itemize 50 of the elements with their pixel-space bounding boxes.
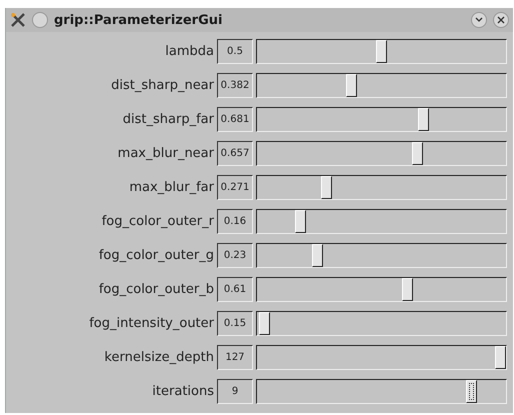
value-field[interactable]: 0.271 [217, 174, 253, 200]
slider-thumb[interactable] [312, 244, 323, 266]
close-button[interactable] [493, 12, 509, 28]
tools-icon[interactable] [10, 12, 26, 28]
slider[interactable] [256, 38, 507, 64]
value-field[interactable]: 0.16 [217, 208, 253, 234]
value-field[interactable]: 0.5 [217, 38, 253, 64]
value-field[interactable]: 0.681 [217, 106, 253, 132]
parameter-label: fog_color_outer_g [98, 248, 214, 262]
slider[interactable] [256, 276, 507, 302]
parameter-label: dist_sharp_far [122, 112, 214, 126]
close-icon [497, 16, 505, 24]
parameter-label: lambda [164, 44, 214, 58]
slider-thumb[interactable] [495, 346, 506, 368]
slider[interactable] [256, 208, 507, 234]
parameter-label: iterations [151, 384, 214, 398]
slider-thumb[interactable] [466, 380, 478, 402]
slider[interactable] [256, 72, 507, 98]
chevron-down-icon [475, 17, 483, 23]
slider[interactable] [256, 106, 507, 132]
slider[interactable] [256, 344, 507, 370]
slider-thumb[interactable] [376, 40, 387, 62]
parameter-label: dist_sharp_near [110, 78, 214, 92]
slider-thumb[interactable] [418, 108, 429, 130]
value-field[interactable]: 0.15 [217, 310, 253, 336]
slider-thumb[interactable] [321, 176, 332, 198]
parameter-label: fog_color_outer_b [98, 282, 214, 296]
slider-thumb[interactable] [346, 74, 358, 96]
value-field[interactable]: 9 [217, 378, 253, 404]
parameter-label: fog_intensity_outer [88, 316, 214, 330]
parameter-label: max_blur_far [128, 180, 214, 194]
slider-thumb[interactable] [295, 210, 306, 232]
minimize-button[interactable] [471, 12, 487, 28]
slider[interactable] [256, 174, 507, 200]
slider-thumb[interactable] [259, 312, 270, 334]
value-field[interactable]: 0.23 [217, 242, 253, 268]
parameter-label: fog_color_outer_r [100, 214, 214, 228]
value-field[interactable]: 0.657 [217, 140, 253, 166]
slider-thumb[interactable] [412, 142, 423, 164]
parameter-label: max_blur_near [116, 146, 214, 160]
value-field[interactable]: 0.61 [217, 276, 253, 302]
slider-thumb[interactable] [402, 278, 414, 300]
slider[interactable] [256, 310, 507, 336]
slider[interactable] [256, 140, 507, 166]
slider[interactable] [256, 242, 507, 268]
value-field[interactable]: 127 [217, 344, 253, 370]
slider[interactable] [256, 378, 507, 404]
window-title: grip::ParameterizerGui [54, 12, 224, 28]
value-field[interactable]: 0.382 [217, 72, 253, 98]
parameter-label: kernelsize_depth [103, 350, 214, 364]
